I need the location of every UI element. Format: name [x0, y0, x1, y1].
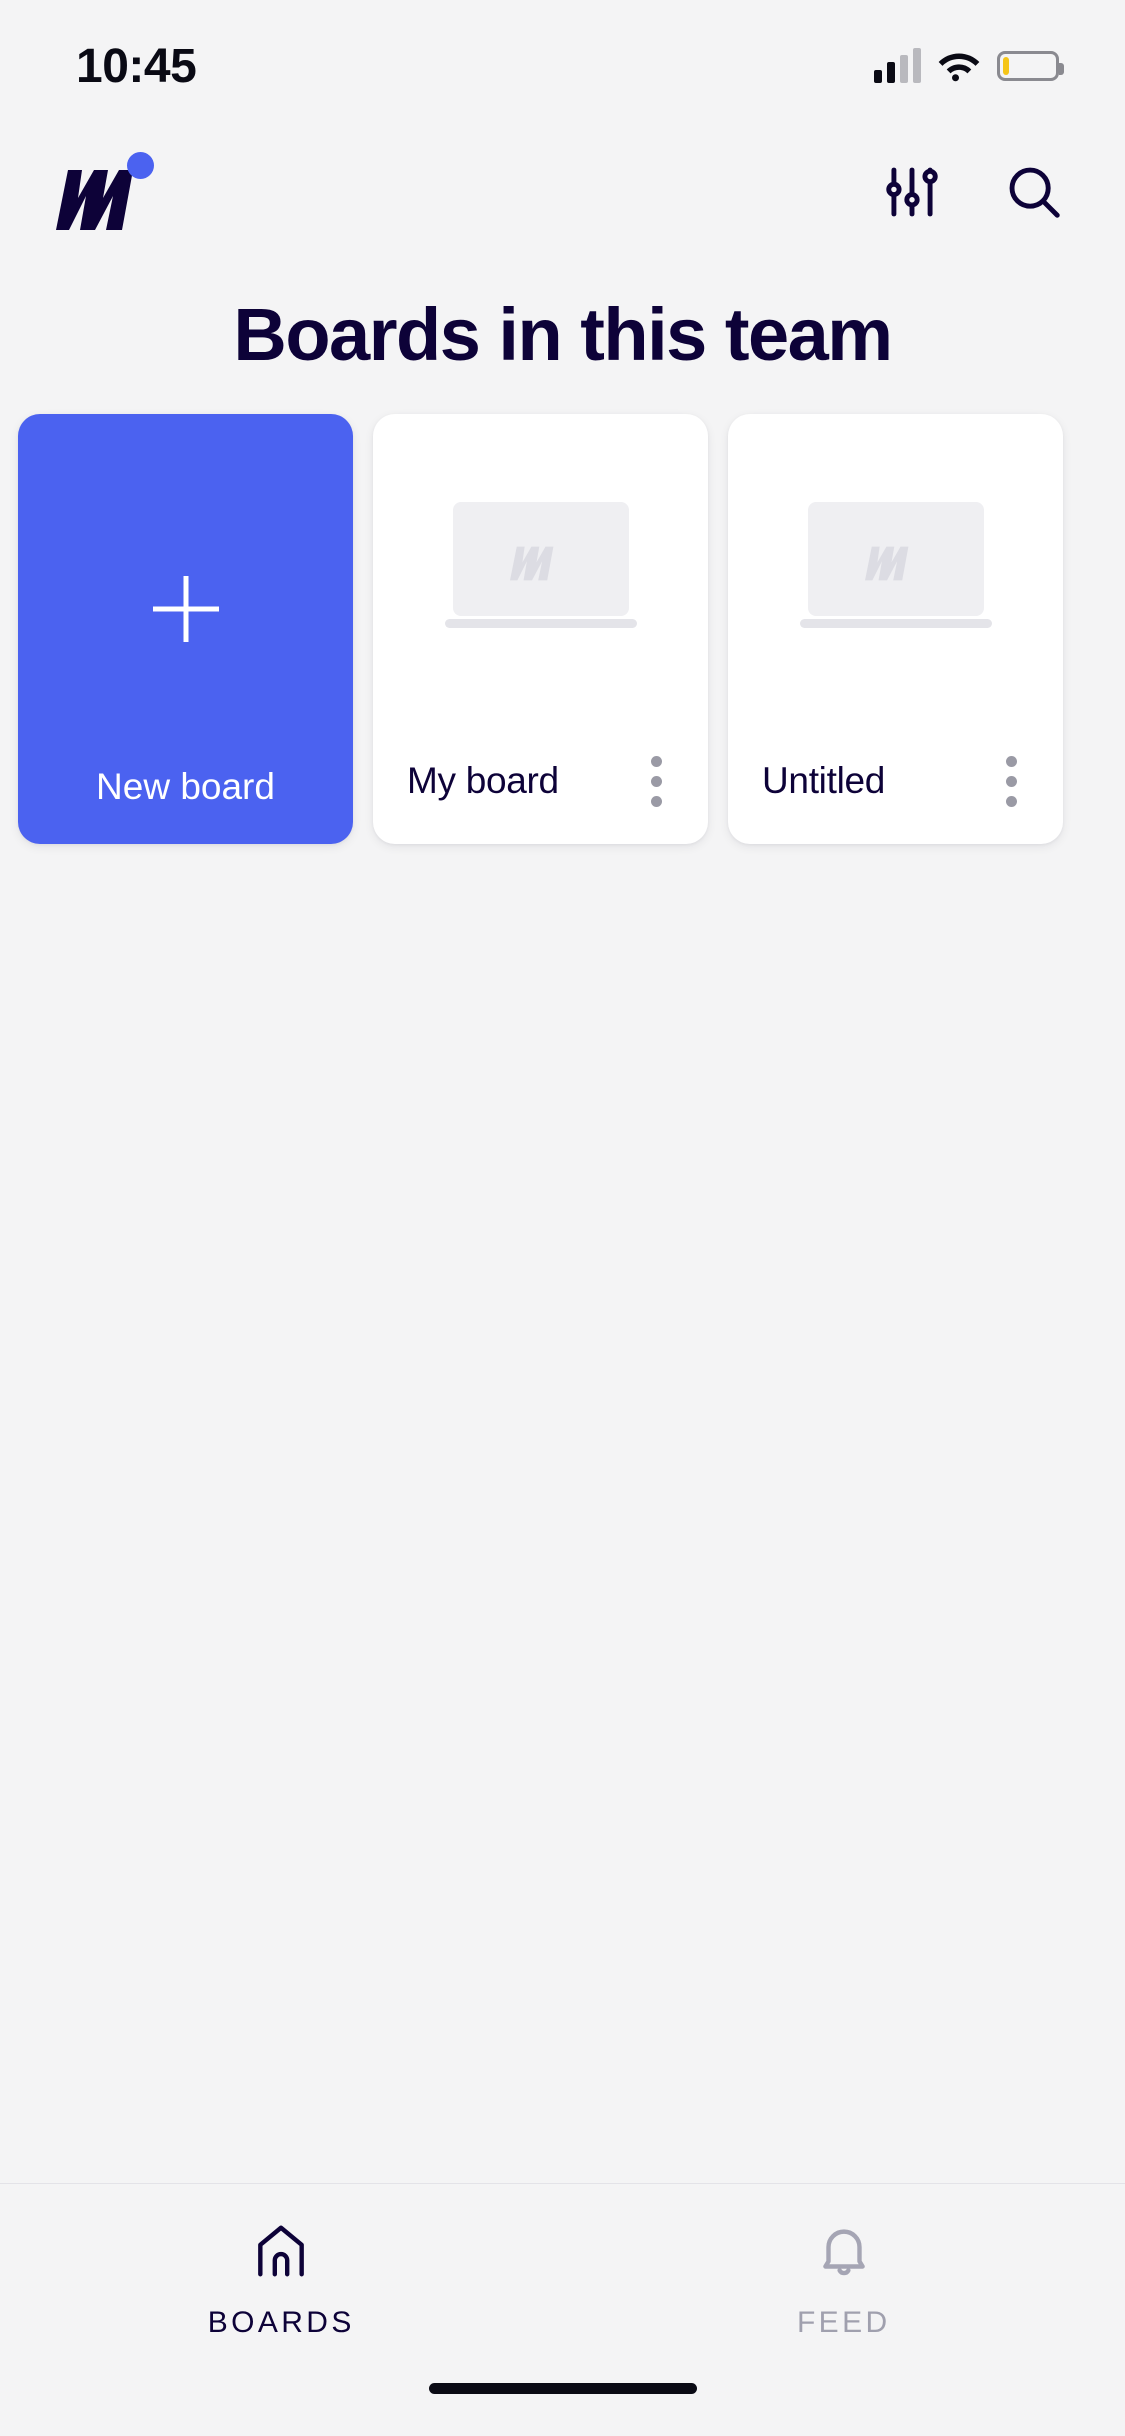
- app-header: [0, 132, 1125, 252]
- status-bar: 10:45: [0, 0, 1125, 132]
- battery-low-icon: [997, 51, 1064, 81]
- status-bar-indicators: [874, 48, 1064, 83]
- status-bar-time: 10:45: [76, 39, 197, 93]
- thumbnail-base: [799, 619, 992, 629]
- app-header-actions: [877, 157, 1069, 227]
- board-thumbnail: [728, 414, 1063, 740]
- miro-logo-dot: [127, 152, 154, 179]
- board-title: My board: [407, 760, 559, 802]
- cellular-signal-icon: [874, 48, 921, 83]
- wifi-icon: [938, 53, 980, 82]
- home-icon: [258, 2225, 305, 2277]
- tab-feed[interactable]: FEED: [563, 2220, 1125, 2340]
- board-card-footer: My board: [373, 740, 708, 844]
- board-card[interactable]: Untitled: [728, 414, 1063, 845]
- board-card[interactable]: My board: [373, 414, 708, 845]
- plus-icon: [153, 576, 219, 642]
- miro-placeholder-thumbnail: [452, 502, 629, 617]
- page-title: Boards in this team: [233, 293, 893, 376]
- new-board-card[interactable]: New board: [18, 414, 353, 845]
- app-screen: 10:45 Boards in this team New board My b…: [0, 0, 1125, 2436]
- board-card-footer: Untitled: [728, 740, 1063, 844]
- bottom-tab-bar: BOARDS FEED: [0, 2183, 1125, 2340]
- miro-placeholder-thumbnail: [807, 502, 984, 617]
- miro-logo[interactable]: [50, 152, 160, 232]
- miro-logo-placeholder-icon: [864, 547, 908, 581]
- tab-boards-label: BOARDS: [207, 2306, 355, 2339]
- miro-logo-placeholder-icon: [509, 547, 553, 581]
- search-icon[interactable]: [999, 157, 1069, 227]
- kebab-menu-icon[interactable]: [994, 746, 1029, 817]
- tab-feed-label: FEED: [796, 2306, 891, 2339]
- board-thumbnail: [373, 414, 708, 740]
- kebab-menu-icon[interactable]: [639, 746, 674, 817]
- board-title: Untitled: [762, 760, 886, 802]
- home-indicator-bar[interactable]: [0, 2340, 1125, 2436]
- bell-icon: [822, 2229, 865, 2276]
- new-board-label: New board: [96, 766, 275, 808]
- tab-boards[interactable]: BOARDS: [0, 2220, 563, 2340]
- thumbnail-base: [444, 619, 637, 629]
- filter-icon[interactable]: [877, 157, 947, 227]
- boards-grid: New board My board Untitled: [0, 414, 1125, 845]
